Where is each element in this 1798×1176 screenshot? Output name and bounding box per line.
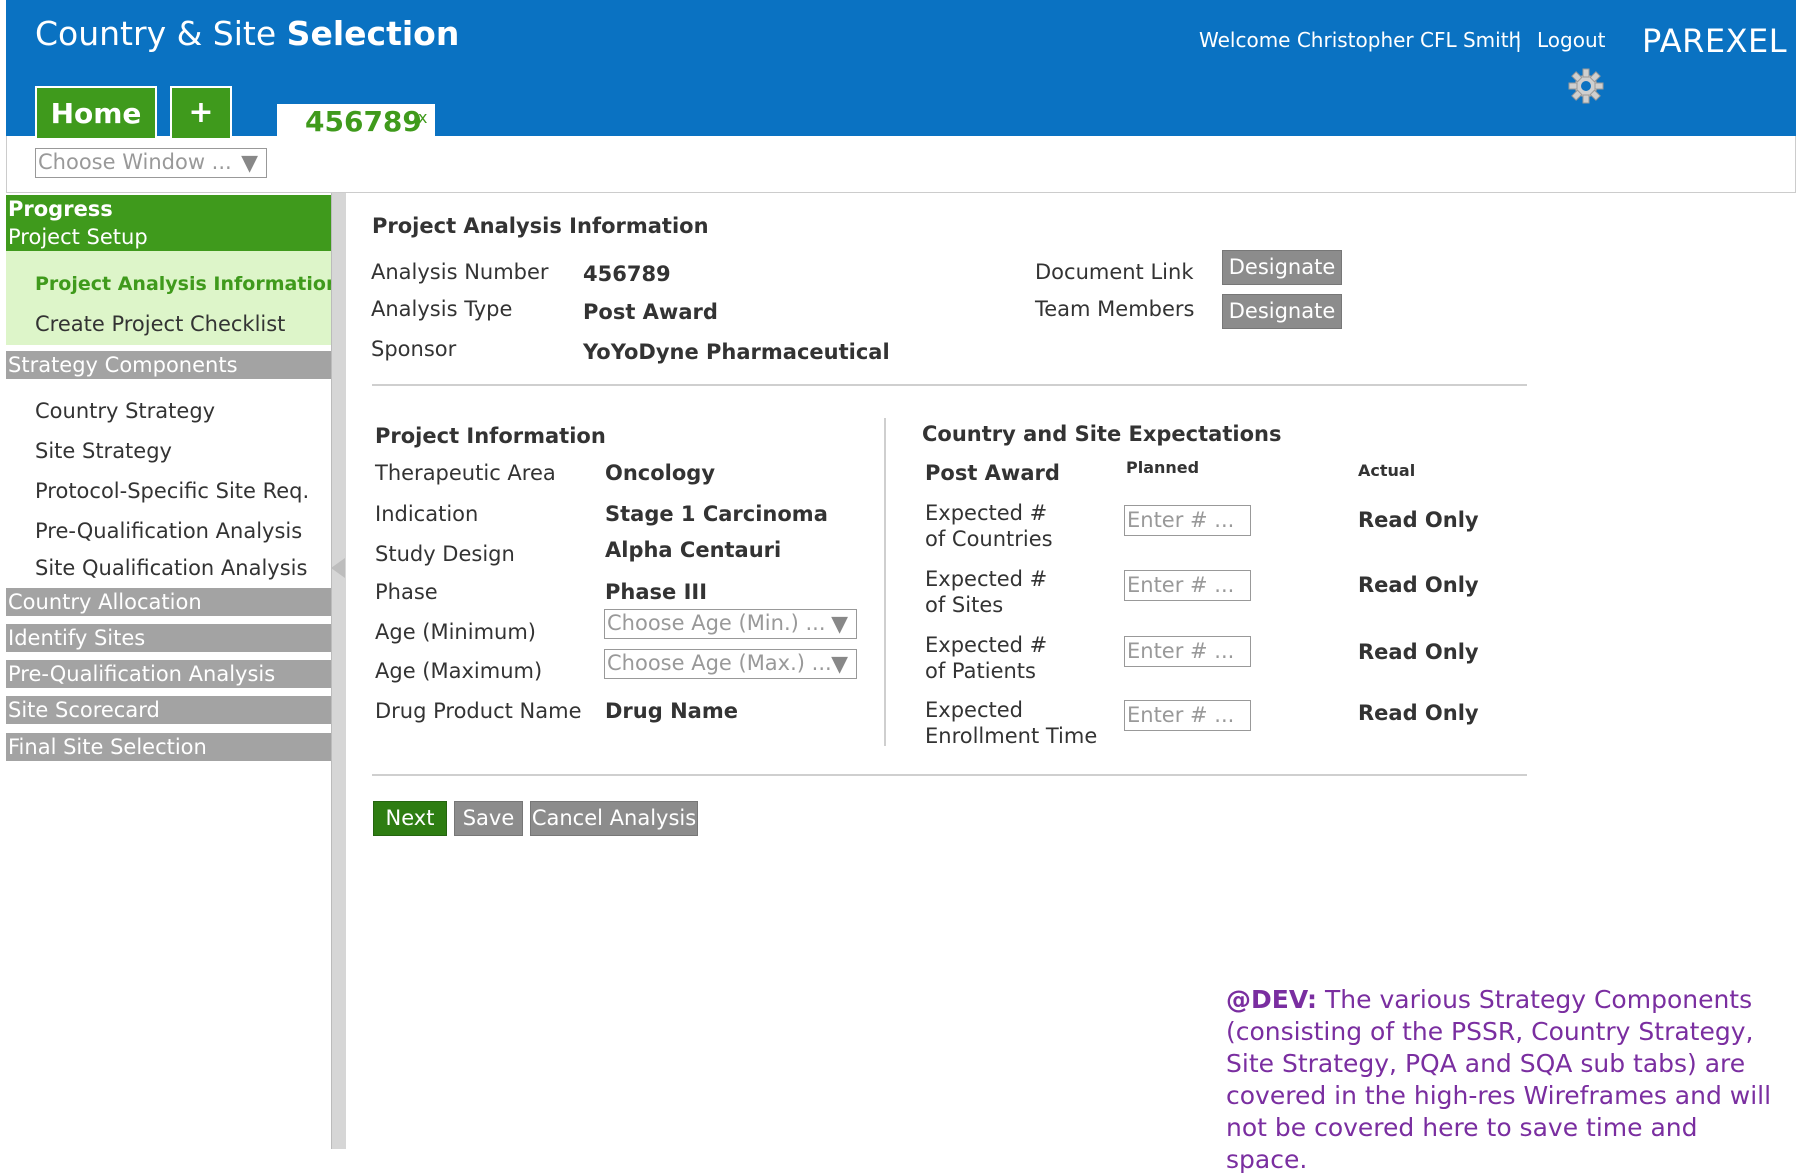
expected-enrollment-actual: Read Only [1358, 701, 1479, 725]
sidebar-item-pre-qualification-analysis-sub[interactable]: Pre-Qualification Analysis [35, 519, 302, 543]
chevron-down-icon: ▼ [831, 612, 848, 637]
section-title-expectations: Country and Site Expectations [922, 422, 1282, 446]
sidebar-item-strategy-components[interactable]: Strategy Components [6, 351, 331, 379]
phase-value: Phase III [605, 580, 708, 604]
expected-enrollment-line2: Enrollment Time [925, 724, 1098, 748]
collapse-sidebar-icon[interactable] [331, 558, 345, 578]
indication-label: Indication [375, 502, 479, 526]
analysis-number-label: Analysis Number [371, 260, 549, 284]
age-min-placeholder: Choose Age (Min.) ... [607, 611, 826, 635]
expected-enrollment-input[interactable]: Enter # ... [1124, 700, 1251, 731]
expected-patients-input[interactable]: Enter # ... [1124, 636, 1251, 667]
expected-sites-input[interactable]: Enter # ... [1124, 570, 1251, 601]
phase-label: Phase [375, 580, 438, 604]
app-title-bold: Selection [286, 14, 460, 53]
designate-team-button[interactable]: Designate [1222, 294, 1342, 329]
analysis-number-value: 456789 [583, 262, 671, 286]
cancel-analysis-button[interactable]: Cancel Analysis [530, 801, 698, 836]
sidebar-item-country-allocation[interactable]: Country Allocation [6, 588, 331, 616]
indication-value: Stage 1 Carcinoma [605, 502, 828, 526]
tab-analysis-456789[interactable]: 456789 x [277, 104, 435, 138]
sidebar-item-identify-sites[interactable]: Identify Sites [6, 624, 331, 652]
expected-enrollment-label: Expected Enrollment Time [925, 697, 1097, 749]
sidebar-item-pre-qualification-analysis[interactable]: Pre-Qualification Analysis [6, 660, 331, 688]
document-link-label: Document Link [1035, 260, 1194, 284]
sidebar-item-protocol-specific-site-req[interactable]: Protocol-Specific Site Req. [35, 479, 309, 503]
therapeutic-area-value: Oncology [605, 461, 716, 485]
choose-window-placeholder: Choose Window ... [38, 150, 232, 174]
study-design-label: Study Design [375, 542, 515, 566]
app-title: Country & Site Selection [35, 14, 459, 53]
expected-patients-label: Expected # of Patients [925, 632, 1047, 684]
expected-countries-line2: of Countries [925, 527, 1053, 551]
analysis-type-label: Analysis Type [371, 297, 513, 321]
drug-product-value: Drug Name [605, 699, 738, 723]
designate-document-button[interactable]: Designate [1222, 250, 1342, 285]
sidebar-item-project-analysis-information[interactable]: Project Analysis Information [35, 273, 339, 295]
gear-icon[interactable] [1566, 66, 1606, 106]
tab-analysis-label: 456789 [305, 105, 422, 138]
next-button[interactable]: Next [373, 801, 447, 836]
therapeutic-area-label: Therapeutic Area [375, 461, 556, 485]
choose-window-dropdown[interactable]: Choose Window ... ▼ [35, 148, 267, 178]
close-tab-icon[interactable]: x [418, 108, 427, 127]
divider [372, 774, 1527, 776]
section-title-project-information: Project Information [375, 424, 606, 448]
sponsor-value: YoYoDyne Pharmaceutical [583, 340, 890, 364]
sidebar-item-project-setup[interactable]: Project Setup [6, 223, 331, 251]
expected-sites-line1: Expected # [925, 567, 1048, 591]
tab-home[interactable]: Home [35, 86, 157, 138]
expected-countries-line1: Expected # [925, 501, 1048, 525]
analysis-type-value: Post Award [583, 300, 718, 324]
logout-link[interactable]: Logout [1537, 28, 1605, 52]
expected-countries-input[interactable]: Enter # ... [1124, 505, 1251, 536]
actual-column-header: Actual [1358, 461, 1416, 480]
sidebar-item-country-strategy[interactable]: Country Strategy [35, 399, 215, 423]
sidebar-item-progress[interactable]: Progress [6, 195, 331, 223]
study-design-value: Alpha Centauri [605, 538, 782, 562]
expected-countries-actual: Read Only [1358, 508, 1479, 532]
expected-patients-actual: Read Only [1358, 640, 1479, 664]
expected-patients-line1: Expected # [925, 633, 1048, 657]
drug-product-label: Drug Product Name [375, 699, 582, 723]
expectations-row-header: Post Award [925, 461, 1060, 485]
divider [372, 384, 1527, 386]
window-bar [6, 136, 1796, 193]
section-title-project-analysis: Project Analysis Information [372, 214, 709, 238]
team-members-label: Team Members [1035, 297, 1195, 321]
dev-note: @DEV: The various Strategy Components (c… [1226, 984, 1786, 1176]
age-max-dropdown[interactable]: Choose Age (Max.) ... ▼ [604, 649, 857, 679]
sidebar-item-site-qualification-analysis[interactable]: Site Qualification Analysis [35, 556, 307, 580]
header-separator: | [1515, 28, 1522, 52]
age-max-label: Age (Maximum) [375, 659, 543, 683]
expected-sites-actual: Read Only [1358, 573, 1479, 597]
sidebar-item-final-site-selection[interactable]: Final Site Selection [6, 733, 331, 761]
expected-sites-label: Expected # of Sites [925, 566, 1047, 618]
expected-patients-line2: of Patients [925, 659, 1036, 683]
welcome-text: Welcome Christopher CFL Smith [1199, 28, 1522, 52]
age-min-dropdown[interactable]: Choose Age (Min.) ... ▼ [604, 609, 857, 639]
chevron-down-icon: ▼ [831, 652, 848, 677]
dev-note-tag: @DEV: [1226, 985, 1318, 1014]
expected-enrollment-line1: Expected [925, 698, 1023, 722]
expected-countries-label: Expected # of Countries [925, 500, 1053, 552]
planned-column-header: Planned [1126, 458, 1200, 477]
sidebar-splitter[interactable] [331, 193, 346, 1149]
add-tab-button[interactable]: + [170, 86, 232, 138]
sidebar-item-site-scorecard[interactable]: Site Scorecard [6, 696, 331, 724]
app-title-regular: Country & Site [35, 14, 277, 53]
sidebar-item-create-project-checklist[interactable]: Create Project Checklist [35, 312, 285, 336]
age-min-label: Age (Minimum) [375, 620, 536, 644]
expected-sites-line2: of Sites [925, 593, 1004, 617]
column-divider [884, 418, 886, 746]
sidebar: Progress Project Setup Project Analysis … [6, 193, 339, 1149]
sidebar-item-site-strategy[interactable]: Site Strategy [35, 439, 172, 463]
save-button[interactable]: Save [454, 801, 523, 836]
chevron-down-icon: ▼ [241, 151, 258, 176]
age-max-placeholder: Choose Age (Max.) ... [607, 651, 832, 675]
brand-logo: PAREXEL [1642, 22, 1788, 60]
sponsor-label: Sponsor [371, 337, 457, 361]
